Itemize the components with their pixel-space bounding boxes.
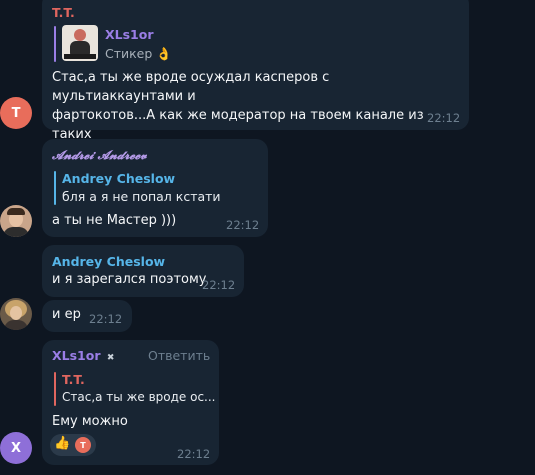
avatar-letter: X [10, 440, 22, 456]
avatar-xls[interactable]: X [0, 432, 32, 464]
sticker-caption [64, 54, 96, 59]
message-bubble-xls[interactable]: XLs1or ✖ Ответить T.T. Стас,а ты же врод… [42, 340, 219, 465]
avatar-letter: T [11, 105, 21, 121]
avatar-photo-hair [7, 208, 25, 215]
reply-text-label: Стикер [105, 46, 153, 61]
sender-label: XLs1or [52, 348, 101, 363]
sender-name[interactable]: XLs1or ✖ [52, 348, 114, 363]
sticker-thumbnail [62, 25, 98, 61]
ok-hand-emoji: 👌 [156, 46, 172, 61]
reply-text: Стас,а ты же вроде ос... [62, 390, 216, 404]
avatar-photo-shirt [3, 227, 29, 237]
thumbs-up-icon: 👍 [54, 436, 71, 451]
reply-name: XLs1or [105, 27, 154, 42]
avatar-photo-shirt [4, 320, 28, 330]
reaction-avatar-letter: T [80, 440, 86, 450]
message-bubble-andrey[interactable]: Andrey Cheslow и я зарегался поэтому 22:… [42, 245, 244, 297]
sticker-figure-head [74, 29, 86, 41]
reply-name: Andrey Cheslow [62, 171, 176, 186]
message-text: Ему можно [52, 414, 128, 429]
sender-name[interactable]: Andrey Cheslow [52, 254, 165, 269]
reaction-avatar: T [75, 437, 91, 453]
message-time: 22:12 [226, 218, 260, 232]
reply-text: Стикер 👌 [105, 46, 172, 62]
message-bubble-tt[interactable]: T.T. XLs1or Стикер 👌 Стас,а ты же вроде … [42, 0, 469, 161]
sender-name[interactable]: 𝓐𝓷𝓭𝓻𝓮𝓲 𝓐𝓷𝓭𝓻𝓮𝓮𝓿 [52, 148, 147, 163]
message-time: 22:12 [89, 312, 123, 326]
message-line: Стас,а ты же вроде осуждал касперов с му… [52, 70, 330, 104]
reply-quote-bar [54, 26, 56, 62]
message-text: и ер [52, 307, 81, 322]
sticker-figure-body [70, 41, 90, 55]
avatar-photo-face [10, 306, 22, 320]
message-text: а ты не Мастер ))) [52, 213, 177, 228]
message-bubble-andrey-2[interactable]: и ер 22:12 [42, 300, 132, 332]
sender-badge-icon: ✖ [106, 353, 115, 363]
message-time: 22:12 [177, 447, 211, 461]
reply-quote-bar [54, 372, 56, 406]
reply-action-button[interactable]: Ответить [148, 348, 210, 363]
reaction-chip[interactable]: 👍 T [50, 434, 96, 456]
reply-name: T.T. [62, 372, 85, 387]
avatar-andrey[interactable] [0, 298, 32, 330]
avatar-tt[interactable]: T [0, 97, 32, 129]
reply-quote-bar [54, 171, 56, 205]
message-text: и я зарегался поэтому [52, 272, 207, 287]
sender-name[interactable]: T.T. [52, 5, 75, 20]
reply-text: бля а я не попал кстати [62, 189, 221, 204]
message-bubble-andrei[interactable]: 𝓐𝓷𝓭𝓻𝓮𝓲 𝓐𝓷𝓭𝓻𝓮𝓮𝓿 Andrey Cheslow бля а я не… [42, 139, 268, 237]
avatar-andrei[interactable] [0, 205, 32, 237]
message-time: 22:12 [427, 111, 461, 125]
message-time: 22:12 [202, 278, 236, 292]
